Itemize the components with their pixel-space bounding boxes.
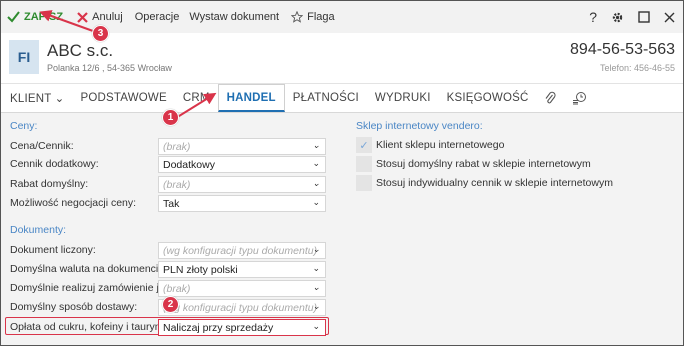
tab-klient[interactable]: KLIENT ⌄ bbox=[1, 84, 72, 112]
maximize-icon[interactable] bbox=[638, 11, 650, 23]
window: ZAPISZ Anuluj Operacje Wystaw dokument F… bbox=[0, 0, 684, 346]
tab-podstawowe[interactable]: PODSTAWOWE bbox=[72, 84, 174, 112]
company-name: ABC s.c. bbox=[47, 41, 114, 60]
annotation-badge-1: 1 bbox=[162, 109, 179, 126]
extra-price-list-select[interactable]: Dodatkowy ⌄ bbox=[158, 156, 326, 173]
delivery-method-label: Domyślny sposób dostawy: bbox=[10, 301, 138, 313]
tab-crm[interactable]: CRM bbox=[175, 84, 218, 112]
chevron-down-icon: ⌄ bbox=[312, 140, 320, 150]
chevron-down-icon: ⌄ bbox=[312, 178, 320, 188]
calc-document-value: (wg konfiguracji typu dokumentu) bbox=[163, 244, 318, 257]
checkmark-icon bbox=[7, 11, 20, 23]
order-fulfillment-select[interactable]: (brak) ⌄ bbox=[158, 280, 326, 297]
delivery-method-value: (wg konfiguracji typu dokumentu) bbox=[163, 301, 318, 314]
company-phone: Telefon: 456-46-55 bbox=[599, 63, 675, 73]
currency-value: PLN złoty polski bbox=[163, 263, 238, 276]
default-discount-label: Rabat domyślny: bbox=[10, 178, 89, 190]
documents-section-title: Dokumenty: bbox=[10, 224, 67, 236]
help-icon[interactable]: ? bbox=[589, 9, 597, 25]
prices-section-title: Ceny: bbox=[10, 120, 38, 132]
currency-select[interactable]: PLN złoty polski ⌄ bbox=[158, 261, 326, 278]
tab-handel[interactable]: HANDEL bbox=[217, 84, 285, 112]
order-fulfillment-label: Domyślnie realizuj zamówienie jako: bbox=[10, 282, 179, 294]
shop-client-option[interactable]: ✓ Klient sklepu internetowego bbox=[356, 137, 504, 153]
chevron-down-icon: ⌄ bbox=[312, 244, 320, 254]
chevron-down-icon: ⌄ bbox=[312, 263, 320, 273]
chevron-down-icon: ⌄ bbox=[312, 282, 320, 292]
delivery-method-select[interactable]: (wg konfiguracji typu dokumentu) ⌄ bbox=[158, 299, 326, 316]
avatar: FI bbox=[9, 40, 39, 74]
checkbox-unchecked[interactable] bbox=[356, 175, 372, 191]
default-discount-value: (brak) bbox=[163, 178, 191, 191]
close-icon[interactable] bbox=[664, 12, 675, 23]
checkbox-unchecked[interactable] bbox=[356, 156, 372, 172]
shop-client-label: Klient sklepu internetowego bbox=[376, 139, 505, 151]
sugar-fee-value: Naliczaj przy sprzedaży bbox=[163, 321, 274, 334]
cancel-button-label: Anuluj bbox=[92, 11, 123, 23]
price-negotiation-value: Tak bbox=[163, 197, 180, 210]
extra-price-list-value: Dodatkowy bbox=[163, 158, 215, 171]
order-fulfillment-value: (brak) bbox=[163, 282, 191, 295]
company-address: Polanka 12/6 , 54-365 Wrocław bbox=[47, 63, 172, 73]
price-negotiation-select[interactable]: Tak ⌄ bbox=[158, 195, 326, 212]
chevron-down-icon: ⌄ bbox=[312, 197, 320, 207]
checkbox-checked[interactable]: ✓ bbox=[356, 137, 372, 153]
calc-document-select[interactable]: (wg konfiguracji typu dokumentu) ⌄ bbox=[158, 242, 326, 259]
price-negotiation-label: Możliwość negocjacji ceny: bbox=[10, 197, 137, 209]
price-list-select[interactable]: (brak) ⌄ bbox=[158, 138, 326, 155]
shop-section-title: Sklep internetowy vendero: bbox=[356, 120, 483, 132]
chevron-down-icon: ⌄ bbox=[312, 321, 320, 331]
sugar-fee-label: Opłata od cukru, kofeiny i tauryny: bbox=[10, 321, 169, 333]
extra-price-list-label: Cennik dodatkowy: bbox=[10, 158, 99, 170]
paperclip-icon bbox=[546, 91, 557, 104]
star-icon bbox=[291, 11, 304, 23]
gear-icon[interactable] bbox=[611, 11, 624, 24]
company-nip: 894-56-53-563 bbox=[570, 41, 675, 58]
annotation-badge-2: 2 bbox=[162, 296, 179, 313]
price-list-value: (brak) bbox=[163, 140, 191, 153]
flag-button-label: Flaga bbox=[307, 11, 335, 23]
handel-panel: Ceny: Cena/Cennik: (brak) ⌄ Cennik dodat… bbox=[1, 113, 683, 345]
price-list-label: Cena/Cennik: bbox=[10, 140, 74, 152]
currency-label: Domyślna waluta na dokumencie: bbox=[10, 263, 167, 275]
calc-document-label: Dokument liczony: bbox=[10, 244, 96, 256]
flag-button[interactable]: Flaga bbox=[287, 1, 339, 33]
save-button-label: ZAPISZ bbox=[24, 11, 64, 23]
tab-ksiegowosc[interactable]: KSIĘGOWOŚĆ bbox=[439, 84, 537, 112]
attachment-tab[interactable] bbox=[536, 84, 564, 112]
shop-default-discount-option[interactable]: Stosuj domyślny rabat w sklepie internet… bbox=[356, 156, 591, 172]
history-icon bbox=[573, 92, 587, 105]
chevron-down-icon: ⌄ bbox=[312, 158, 320, 168]
default-discount-select[interactable]: (brak) ⌄ bbox=[158, 176, 326, 193]
chevron-down-icon: ⌄ bbox=[312, 301, 320, 311]
save-button[interactable]: ZAPISZ bbox=[1, 1, 67, 33]
shop-default-discount-label: Stosuj domyślny rabat w sklepie internet… bbox=[376, 158, 591, 170]
tab-wydruki[interactable]: WYDRUKI bbox=[367, 84, 439, 112]
close-red-icon bbox=[77, 11, 88, 23]
annotation-badge-3: 3 bbox=[92, 25, 109, 42]
operations-menu[interactable]: Operacje bbox=[131, 1, 184, 33]
tab-bar: KLIENT ⌄ PODSTAWOWE CRM HANDEL PŁATNOŚCI… bbox=[1, 83, 683, 113]
shop-individual-pricelist-label: Stosuj indywidualny cennik w sklepie int… bbox=[376, 177, 613, 189]
shop-individual-pricelist-option[interactable]: Stosuj indywidualny cennik w sklepie int… bbox=[356, 175, 613, 191]
window-controls: ? bbox=[589, 1, 675, 33]
sugar-fee-select[interactable]: Naliczaj przy sprzedaży ⌄ bbox=[158, 319, 326, 336]
issue-document-button[interactable]: Wystaw dokument bbox=[185, 1, 283, 33]
tab-platnosci[interactable]: PŁATNOŚCI bbox=[285, 84, 367, 112]
history-tab[interactable] bbox=[564, 84, 595, 112]
